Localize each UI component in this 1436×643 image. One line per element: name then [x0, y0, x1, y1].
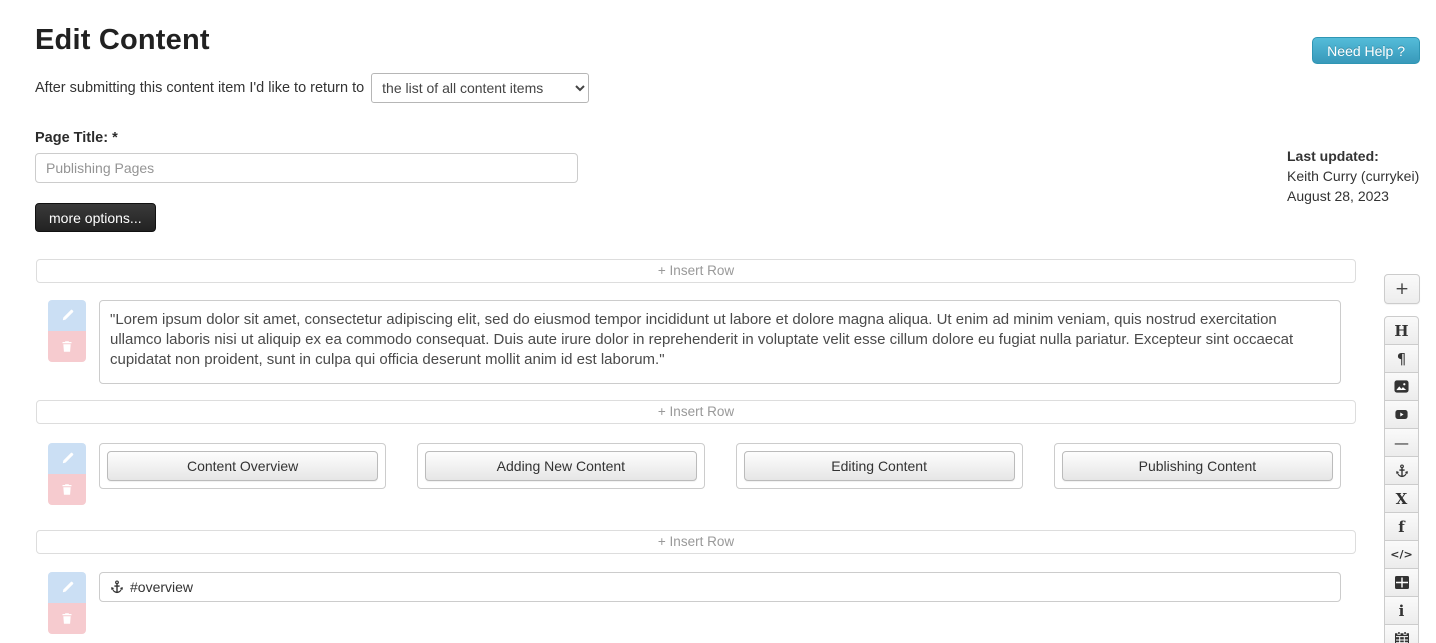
edit-row-button[interactable]	[48, 300, 86, 331]
pencil-icon	[61, 452, 74, 465]
heading-button[interactable]: H	[1384, 316, 1419, 345]
link-button-content-overview[interactable]: Content Overview	[107, 451, 378, 481]
row-actions	[48, 443, 86, 505]
table-button[interactable]	[1384, 568, 1419, 597]
content-row-anchor: #overview	[36, 572, 1356, 634]
delete-row-button[interactable]	[48, 474, 86, 505]
need-help-button[interactable]: Need Help ?	[1312, 37, 1420, 64]
last-updated-user: Keith Curry (currykei)	[1287, 166, 1419, 186]
trash-icon	[61, 612, 73, 625]
pencil-icon	[61, 581, 74, 594]
return-to-label: After submitting this content item I'd l…	[35, 80, 364, 96]
more-options-button[interactable]: more options...	[35, 203, 156, 232]
page-heading: Edit Content	[35, 24, 1436, 57]
info-icon: i	[1399, 602, 1405, 620]
trash-icon	[61, 340, 73, 353]
page-title-label: Page Title: *	[35, 130, 1436, 146]
facebook-icon: f	[1398, 518, 1404, 536]
calendar-icon	[1395, 632, 1409, 643]
heading-icon: H	[1394, 322, 1408, 340]
anchor-icon	[110, 580, 124, 594]
return-to-row: After submitting this content item I'd l…	[35, 73, 1436, 103]
edit-row-button[interactable]	[48, 572, 86, 603]
horizontal-rule-icon: —	[1394, 434, 1409, 452]
insert-row-bar[interactable]: + Insert Row	[36, 400, 1356, 424]
last-updated-block: Last updated: Keith Curry (currykei) Aug…	[1287, 146, 1419, 206]
add-block-button[interactable]: +	[1384, 274, 1420, 304]
edit-row-button[interactable]	[48, 443, 86, 474]
image-button[interactable]	[1384, 372, 1419, 401]
return-to-select[interactable]: the list of all content items	[371, 73, 589, 103]
image-icon	[1394, 379, 1409, 394]
link-button-editing-content[interactable]: Editing Content	[744, 451, 1015, 481]
insert-row-bar[interactable]: + Insert Row	[36, 530, 1356, 554]
content-row-text: "Lorem ipsum dolor sit amet, consectetur…	[36, 300, 1356, 384]
button-cell: Content Overview	[99, 443, 386, 489]
code-icon: </>	[1390, 548, 1412, 561]
paragraph-icon: ¶	[1397, 350, 1407, 368]
pencil-icon	[61, 309, 74, 322]
last-updated-heading: Last updated:	[1287, 146, 1419, 166]
row-actions	[48, 300, 86, 362]
row-actions	[48, 572, 86, 634]
button-cell: Editing Content	[736, 443, 1023, 489]
toolbar-button-group: H ¶ — X f </> i	[1384, 316, 1420, 643]
table-icon	[1395, 576, 1409, 589]
last-updated-date: August 28, 2023	[1287, 186, 1419, 206]
page-title-input[interactable]	[35, 153, 578, 183]
text-content-block[interactable]: "Lorem ipsum dolor sit amet, consectetur…	[99, 300, 1341, 384]
button-cell: Publishing Content	[1054, 443, 1341, 489]
anchor-button[interactable]	[1384, 456, 1419, 485]
delete-row-button[interactable]	[48, 331, 86, 362]
link-button-publishing-content[interactable]: Publishing Content	[1062, 451, 1333, 481]
anchor-content-block[interactable]: #overview	[99, 572, 1341, 602]
content-row-buttons: Content Overview Adding New Content Edit…	[36, 443, 1356, 505]
video-icon	[1394, 408, 1409, 421]
x-social-icon: X	[1396, 490, 1408, 508]
info-button[interactable]: i	[1384, 596, 1419, 625]
code-button[interactable]: </>	[1384, 540, 1419, 569]
editor-toolbar: + H ¶ — X f </> i	[1384, 274, 1420, 643]
delete-row-button[interactable]	[48, 603, 86, 634]
paragraph-button[interactable]: ¶	[1384, 344, 1419, 373]
link-button-adding-new-content[interactable]: Adding New Content	[425, 451, 696, 481]
video-button[interactable]	[1384, 400, 1419, 429]
calendar-button[interactable]	[1384, 624, 1419, 643]
anchor-value: #overview	[130, 579, 193, 595]
insert-row-bar[interactable]: + Insert Row	[36, 259, 1356, 283]
button-cell: Adding New Content	[417, 443, 704, 489]
content-editor: + Insert Row "Lorem ipsum dolor sit amet…	[36, 259, 1356, 643]
x-social-button[interactable]: X	[1384, 484, 1419, 513]
trash-icon	[61, 483, 73, 496]
facebook-button[interactable]: f	[1384, 512, 1419, 541]
anchor-icon	[1395, 464, 1409, 478]
horizontal-rule-button[interactable]: —	[1384, 428, 1419, 457]
